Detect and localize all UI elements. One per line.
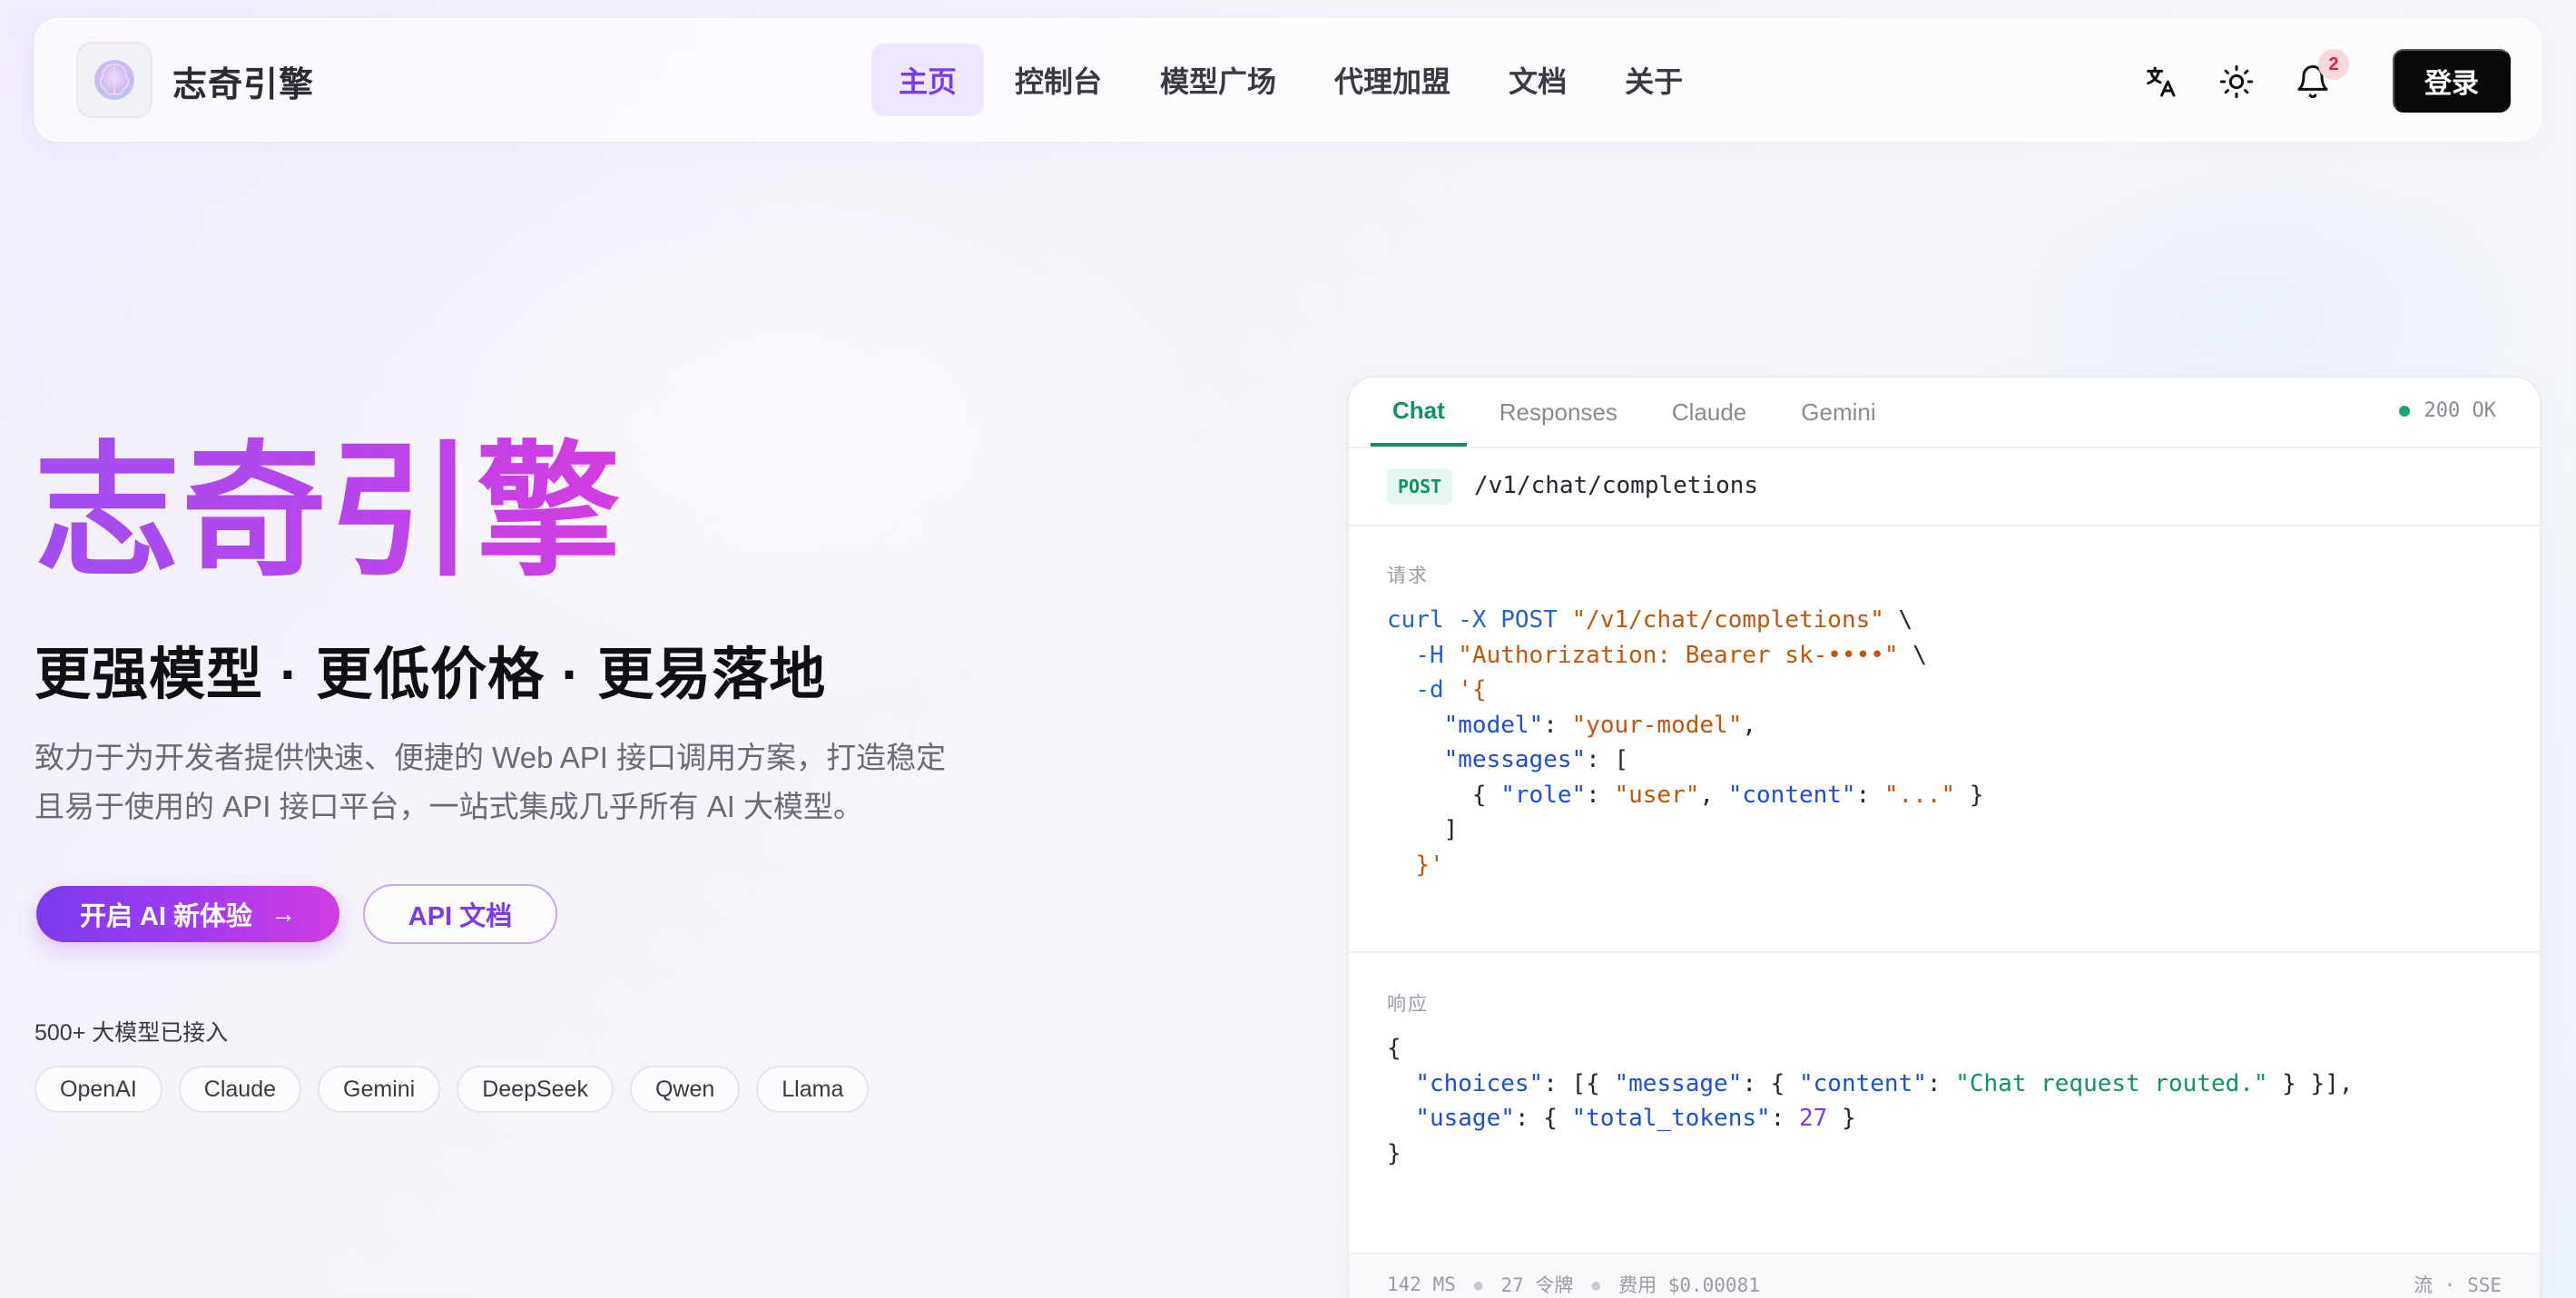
brand-logo[interactable] xyxy=(76,42,152,118)
tab-responses[interactable]: Responses xyxy=(1478,378,1639,447)
model-chip-deepseek[interactable]: DeepSeek xyxy=(457,1066,614,1113)
model-chip-claude[interactable]: Claude xyxy=(178,1066,302,1113)
response-code-block: { "choices": [{ "message": { "content": … xyxy=(1387,1035,2354,1167)
hero-title: 志奇引擎 xyxy=(34,430,624,593)
response-label: 响应 xyxy=(1387,994,1429,1015)
theme-toggle-button[interactable] xyxy=(2209,54,2264,109)
notification-badge: 2 xyxy=(2318,49,2349,80)
api-docs-button[interactable]: API 文档 xyxy=(363,884,557,944)
api-tabs: Chat Responses Claude Gemini xyxy=(1371,378,1909,447)
response-status: 200 OK xyxy=(2398,399,2496,422)
model-chip-gemini[interactable]: Gemini xyxy=(318,1066,441,1113)
start-ai-button-label: 开启 AI 新体验 xyxy=(79,902,253,931)
endpoint-divider xyxy=(1349,525,2540,526)
start-ai-button[interactable]: 开启 AI 新体验 → xyxy=(36,886,339,942)
separator-dot-icon: ● xyxy=(1473,1275,1483,1293)
nav-link-home[interactable]: 主页 xyxy=(871,44,985,116)
login-button[interactable]: 登录 xyxy=(2393,49,2511,113)
tab-chat[interactable]: Chat xyxy=(1371,378,1467,447)
hero-subtitle: 更强模型 · 更低价格 · 更易落地 xyxy=(34,644,827,706)
response-metrics-bar: 142 MS ● 27 令牌 ● 费用 $0.00081 流 · SSE xyxy=(1349,1253,2540,1298)
api-demo-panel: Chat Responses Claude Gemini 200 OK POST… xyxy=(1347,376,2542,1298)
nav-link-about[interactable]: 关于 xyxy=(1598,44,1710,116)
model-chip-qwen[interactable]: Qwen xyxy=(629,1066,741,1113)
main-nav: 主页 控制台 模型广场 代理加盟 文档 关于 xyxy=(871,44,1714,116)
brain-logo-icon xyxy=(94,60,134,100)
notifications-button[interactable]: 2 xyxy=(2286,49,2349,109)
model-chip-openai[interactable]: OpenAI xyxy=(34,1066,162,1113)
arrow-right-icon: → xyxy=(270,900,297,928)
nav-link-agent-join[interactable]: 代理加盟 xyxy=(1307,44,1478,116)
tabs-divider xyxy=(1349,447,2540,448)
status-dot-icon xyxy=(2398,405,2410,417)
nav-link-console[interactable]: 控制台 xyxy=(988,44,1129,116)
stream-mode: 流 · SSE xyxy=(2414,1274,2502,1296)
sun-icon xyxy=(2219,64,2254,99)
http-method-badge: POST xyxy=(1387,468,1453,505)
request-code-block: curl -X POST "/v1/chat/completions" \ -H… xyxy=(1387,606,1984,879)
translate-icon xyxy=(2147,66,2176,97)
nav-link-model-plaza[interactable]: 模型广场 xyxy=(1133,44,1303,116)
response-metrics: 142 MS ● 27 令牌 ● 费用 $0.00081 xyxy=(1387,1271,1760,1298)
nav-actions: 2 xyxy=(2133,49,2362,109)
cost-value: 费用 $0.00081 xyxy=(1618,1274,1760,1296)
separator-dot-icon: ● xyxy=(1591,1275,1601,1293)
tokens-value: 27 令牌 xyxy=(1500,1274,1574,1296)
brand-name[interactable]: 志奇引擎 xyxy=(172,56,314,106)
hero-description: 致力于为开发者提供快速、便捷的 Web API 接口调用方案，打造稳定 且易于使… xyxy=(34,733,997,831)
endpoint-path: /v1/chat/completions xyxy=(1474,472,1759,499)
status-text: 200 OK xyxy=(2424,399,2496,422)
hero-description-line-1: 致力于为开发者提供快速、便捷的 Web API 接口调用方案，打造稳定 xyxy=(34,741,947,774)
latency-value: 142 MS xyxy=(1387,1273,1456,1295)
model-chip-llama[interactable]: Llama xyxy=(756,1066,870,1113)
tab-gemini[interactable]: Gemini xyxy=(1779,378,1897,447)
language-button[interactable] xyxy=(2133,54,2188,109)
request-response-divider xyxy=(1349,951,2540,953)
tab-claude[interactable]: Claude xyxy=(1650,378,1768,447)
hero-description-line-2: 且易于使用的 API 接口平台，一站式集成几乎所有 AI 大模型。 xyxy=(34,790,864,823)
top-navbar: 志奇引擎 主页 控制台 模型广场 代理加盟 文档 关于 2 登录 xyxy=(34,18,2542,142)
model-chip-list: OpenAI Claude Gemini DeepSeek Qwen Llama xyxy=(34,1066,885,1113)
models-count: 500+ 大模型已接入 xyxy=(34,1020,229,1046)
request-label: 请求 xyxy=(1387,565,1429,586)
nav-link-docs[interactable]: 文档 xyxy=(1481,44,1594,116)
